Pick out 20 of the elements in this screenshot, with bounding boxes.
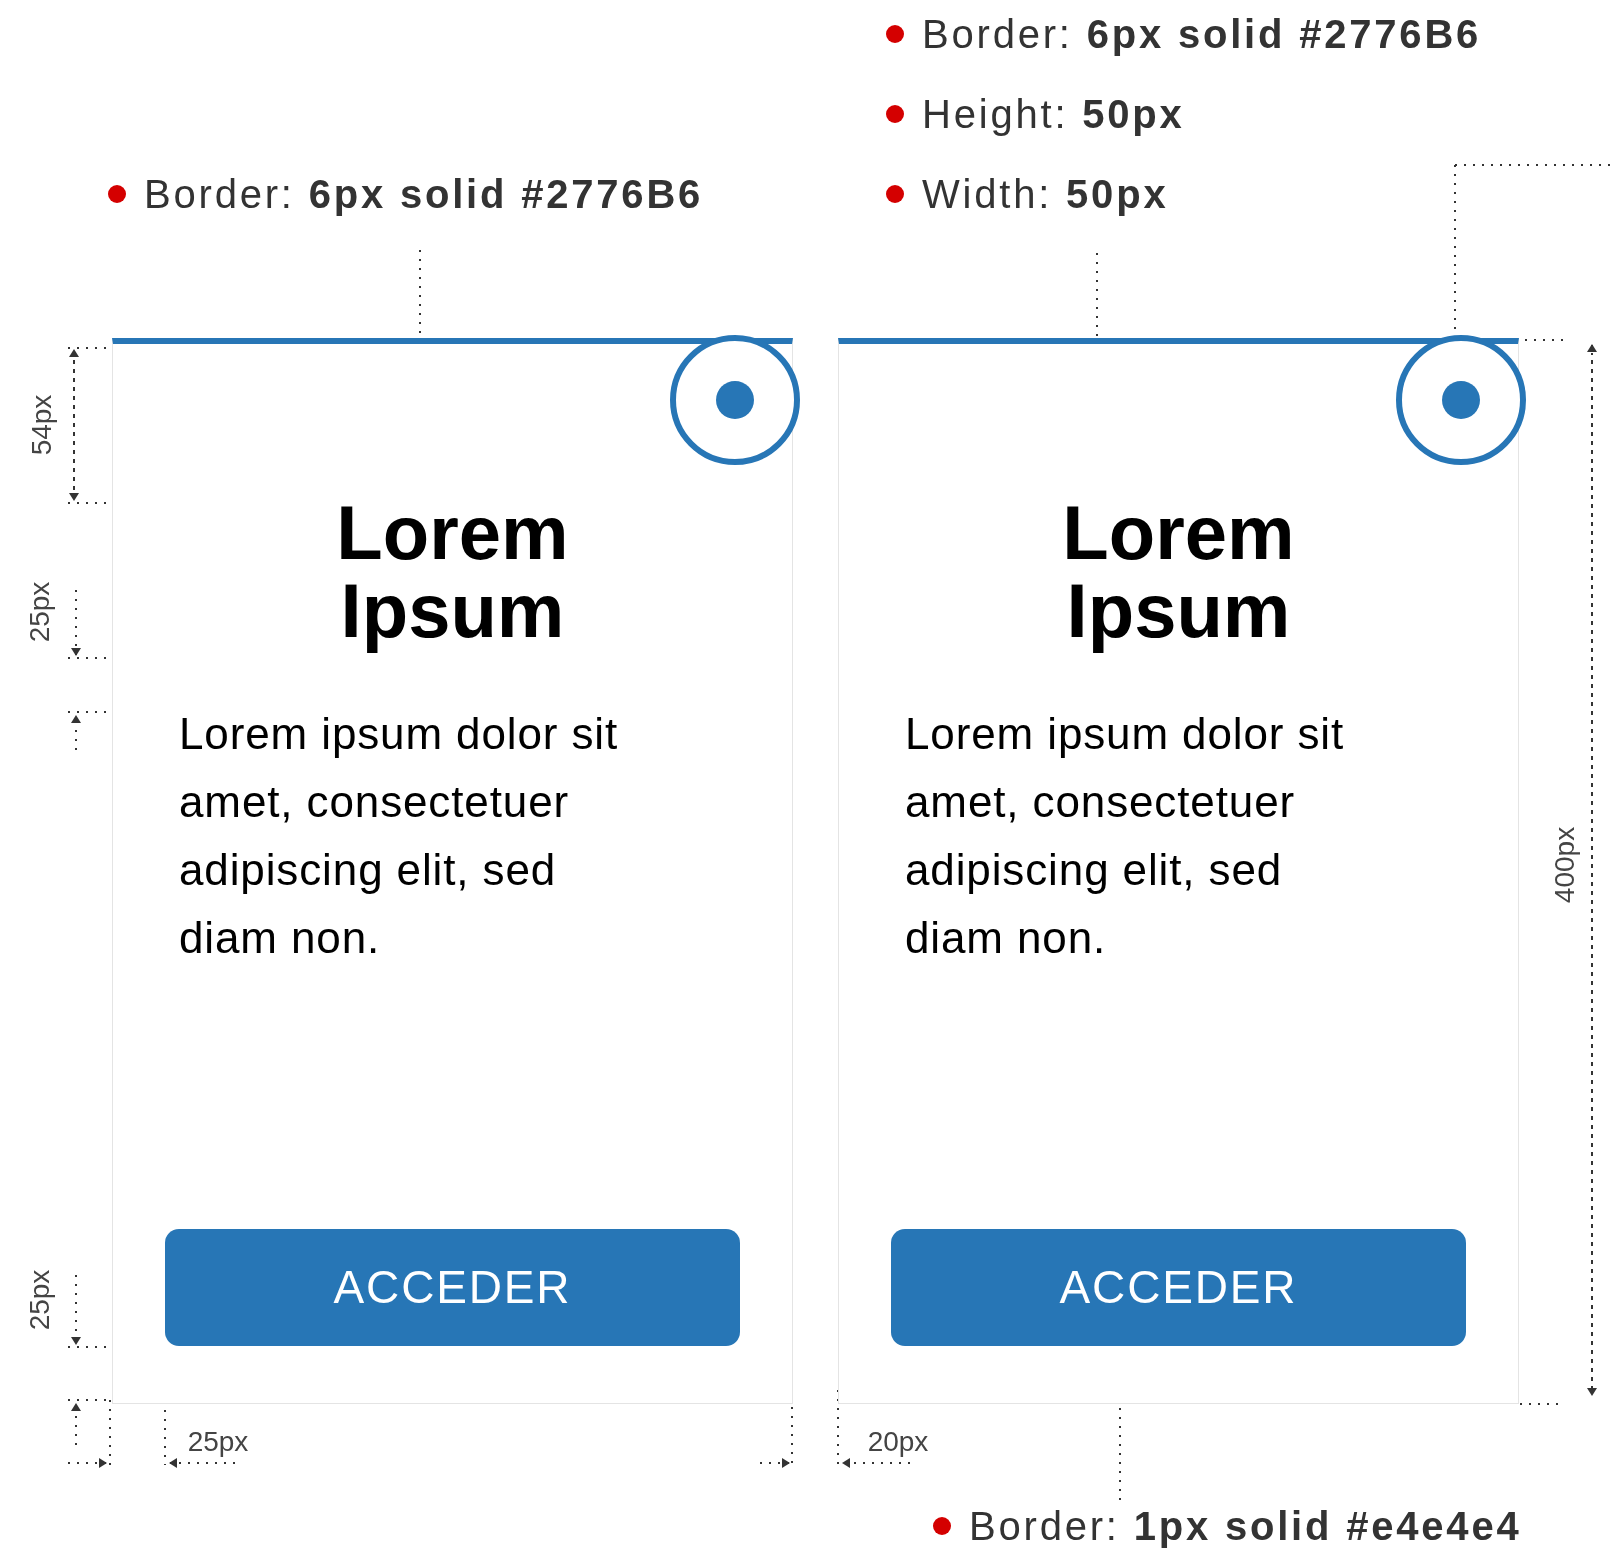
acceder-button[interactable]: ACCEDER bbox=[165, 1229, 740, 1346]
card-body: Lorem ipsum dolor sit amet, consectetuer adipiscing elit, sed diam non. bbox=[905, 708, 1346, 964]
bullet-icon bbox=[886, 185, 904, 203]
dimension-label: 25px bbox=[187, 1427, 249, 1457]
card-body: Lorem ipsum dolor sit amet, consectetuer adipiscing elit, sed diam non. bbox=[179, 708, 620, 964]
annotation-text: Border: 6px solid #2776B6 bbox=[922, 12, 1482, 56]
acceder-button[interactable]: ACCEDER bbox=[891, 1229, 1466, 1346]
annotation-text: Width: 50px bbox=[922, 172, 1169, 216]
bullet-icon bbox=[933, 1517, 951, 1535]
annotation-text: Border: 1px solid #e4e4e4 bbox=[969, 1504, 1522, 1548]
dimension-label: 54px bbox=[27, 394, 57, 456]
dimension-label: 25px bbox=[25, 1269, 55, 1331]
bullet-icon bbox=[108, 185, 126, 203]
annotation-text: Border: 6px solid #2776B6 bbox=[144, 172, 704, 216]
bullet-icon bbox=[886, 25, 904, 43]
dimension-label: 25px bbox=[25, 581, 55, 643]
annotation-text: Height: 50px bbox=[922, 92, 1185, 136]
dimension-label: 20px bbox=[867, 1427, 929, 1457]
bullet-icon bbox=[886, 105, 904, 123]
dimension-label: 400px bbox=[1550, 826, 1580, 904]
